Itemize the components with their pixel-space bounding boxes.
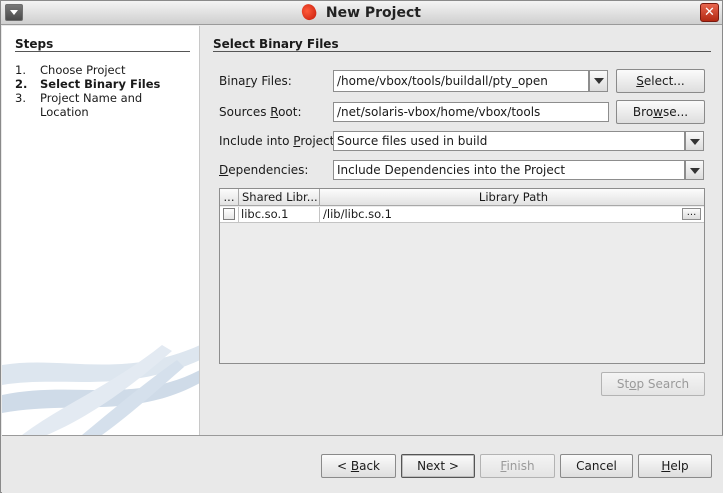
sources-root-label: Sources Root: xyxy=(219,105,302,119)
browse-button[interactable]: Browse... xyxy=(616,100,705,124)
table-row-checkbox-cell[interactable] xyxy=(220,207,239,223)
include-into-project-label: Include into Project xyxy=(219,134,335,148)
title-area: New Project xyxy=(1,2,722,22)
section-title: Select Binary Files xyxy=(213,37,339,51)
decorative-swoosh-graphic xyxy=(2,345,199,435)
dependencies-chevron-down-icon[interactable] xyxy=(685,160,704,180)
table-row-library[interactable]: libc.so.1 xyxy=(239,207,320,223)
step-item-choose-project: 1. Choose Project xyxy=(15,63,180,77)
step-number: 2. xyxy=(15,77,28,91)
step-item-project-name-location: 3. Project Name and Location xyxy=(15,91,180,119)
steps-heading: Steps xyxy=(15,37,54,51)
binary-files-combo[interactable]: /home/vbox/tools/buildall/pty_open xyxy=(333,70,589,92)
column-header-shared-library[interactable]: Shared Libr... xyxy=(239,189,320,206)
sources-root-field[interactable]: /net/solaris-vbox/home/vbox/tools xyxy=(333,102,609,122)
dependencies-combo[interactable]: Include Dependencies into the Project xyxy=(333,160,685,180)
window-title: New Project xyxy=(325,5,421,21)
binary-files-chevron-down-icon[interactable] xyxy=(589,70,608,92)
dependencies-label: Dependencies: xyxy=(219,163,309,177)
shared-libraries-table[interactable]: ... Shared Libr... Library Path libc.so.… xyxy=(219,188,705,364)
steps-pane: Steps 1. Choose Project 2. Select Binary F… xyxy=(2,26,200,435)
step-label: Choose Project xyxy=(40,63,126,77)
finish-button[interactable]: Finish xyxy=(480,454,555,478)
new-project-dialog: New Project ✕ Steps 1. Choose Project 2. S… xyxy=(0,0,723,493)
binary-files-label: Binary Files: xyxy=(219,74,292,88)
browse-path-button[interactable]: ... xyxy=(682,208,701,220)
stop-search-button[interactable]: Stop Search xyxy=(601,372,705,396)
steps-divider xyxy=(15,51,190,52)
close-icon[interactable]: ✕ xyxy=(700,3,719,22)
section-divider xyxy=(213,51,711,52)
help-button[interactable]: Help xyxy=(638,454,712,478)
cancel-button[interactable]: Cancel xyxy=(560,454,633,478)
include-chevron-down-icon[interactable] xyxy=(685,131,704,151)
title-bar[interactable]: New Project ✕ xyxy=(1,1,722,25)
table-row-path-cell[interactable]: /lib/libc.so.1 ... xyxy=(320,207,704,223)
step-label: Select Binary Files xyxy=(40,77,161,91)
library-path-value: /lib/libc.so.1 xyxy=(323,207,392,221)
step-number: 1. xyxy=(15,63,26,77)
column-header-select[interactable]: ... xyxy=(220,189,239,206)
select-button[interactable]: Select... xyxy=(616,69,705,93)
step-label: Project Name and Location xyxy=(40,91,143,119)
step-item-select-binary-files: 2. Select Binary Files xyxy=(15,77,180,91)
main-panel: Select Binary Files Binary Files: /home/… xyxy=(201,26,722,435)
solaris-logo-icon xyxy=(299,2,319,22)
include-into-project-combo[interactable]: Source files used in build xyxy=(333,131,685,151)
column-header-library-path[interactable]: Library Path xyxy=(320,189,704,206)
library-checkbox[interactable] xyxy=(223,208,235,220)
step-number: 3. xyxy=(15,91,26,105)
back-button[interactable]: < Back xyxy=(321,454,396,478)
next-button[interactable]: Next > xyxy=(401,454,475,478)
